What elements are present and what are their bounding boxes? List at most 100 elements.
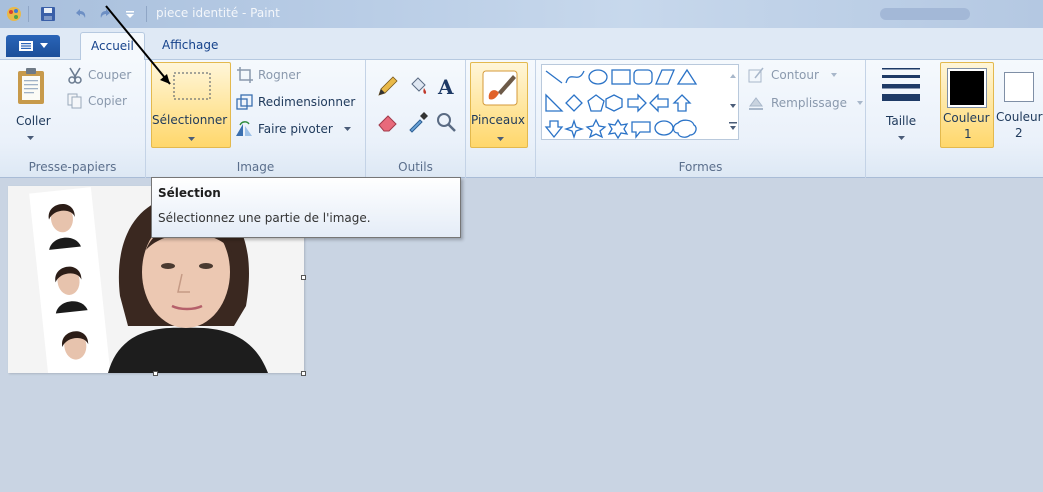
text-icon[interactable]: A [434, 74, 458, 98]
tab-affichage[interactable]: Affichage [152, 32, 228, 60]
oval-callout-shape-icon [654, 120, 674, 136]
color-2-number: 2 [1015, 126, 1023, 140]
paste-button[interactable]: Coller [10, 64, 51, 152]
select-button[interactable]: Sélectionner [151, 62, 231, 148]
right-triangle-shape-icon [545, 93, 564, 112]
ribbon: Coller Couper Copier Presse-papiers Séle… [0, 60, 1043, 178]
copy-label: Copier [88, 94, 127, 108]
gallery-down-icon [730, 104, 736, 108]
outline-button[interactable]: Contour [747, 66, 857, 86]
up-arrow-shape-icon [672, 94, 692, 112]
rotate-label: Faire pivoter [258, 122, 333, 136]
clipboard-group-label: Presse-papiers [28, 160, 117, 174]
selection-rectangle-icon [173, 72, 211, 100]
paintbrush-icon [482, 70, 518, 106]
select-label: Sélectionner [152, 113, 228, 127]
divider [146, 6, 147, 22]
resize-icon [236, 94, 253, 110]
polygon-shape-icon [655, 69, 675, 85]
image-group-label: Image [236, 160, 275, 174]
selection-tooltip: Sélection Sélectionnez une partie de l'i… [151, 177, 461, 238]
diamond-shape-icon [565, 94, 583, 112]
title-bar: piece identité - Paint [0, 0, 1043, 28]
size-group: Taille [866, 60, 936, 178]
application-menu-button[interactable] [6, 35, 60, 57]
canvas-resize-handle-bottom[interactable] [153, 371, 158, 376]
fill-bucket-icon[interactable] [406, 74, 430, 98]
divider [28, 6, 29, 22]
color-2-button[interactable]: Couleur 2 [996, 62, 1043, 148]
line-shape-icon [545, 70, 563, 84]
down-arrow-shape-icon [544, 120, 564, 139]
canvas-resize-handle-right[interactable] [301, 275, 306, 280]
rotate-icon [236, 121, 252, 136]
pencil-icon[interactable] [376, 74, 400, 98]
canvas-resize-handle-corner[interactable] [301, 371, 306, 376]
window-title: piece identité - Paint [156, 6, 280, 20]
line-size-icon [882, 68, 920, 101]
outline-pen-icon [748, 67, 764, 83]
size-button[interactable]: Taille [874, 64, 930, 150]
svg-text:A: A [437, 75, 454, 98]
cut-label: Couper [88, 68, 132, 82]
tooltip-title: Sélection [158, 186, 221, 200]
six-point-star-shape-icon [607, 118, 629, 140]
crop-icon [237, 67, 253, 83]
save-icon[interactable] [38, 4, 58, 24]
brushes-group: Pinceaux [466, 60, 536, 178]
tab-accueil[interactable]: Accueil [80, 32, 145, 61]
gallery-scroll[interactable] [726, 64, 740, 140]
undo-icon[interactable] [70, 4, 90, 24]
left-arrow-shape-icon [649, 93, 669, 113]
color-1-button[interactable]: Couleur 1 [940, 62, 994, 148]
chevron-down-icon [497, 137, 504, 141]
color-1-label: Couleur [943, 111, 990, 125]
color-2-label: Couleur [996, 110, 1043, 124]
cloud-callout-shape-icon [672, 119, 697, 138]
tooltip-body: Sélectionnez une partie de l'image. [158, 211, 371, 225]
shapes-gallery-icons [544, 68, 698, 140]
fill-button[interactable]: Remplissage [747, 94, 867, 114]
rectangle-shape-icon [611, 69, 631, 85]
gallery-up-icon [730, 74, 736, 78]
rotate-button[interactable]: Faire pivoter [234, 120, 364, 140]
crop-button[interactable]: Rogner [236, 66, 356, 86]
title-bar-blurred-text [880, 8, 970, 20]
gallery-more-icon [730, 126, 736, 130]
rounded-rectangle-shape-icon [633, 69, 653, 85]
crop-label: Rogner [258, 68, 301, 82]
clipboard-icon [18, 68, 44, 104]
chevron-down-icon [344, 127, 351, 131]
five-point-star-shape-icon [585, 118, 607, 139]
chevron-down-icon [898, 136, 905, 140]
tools-group-label: Outils [398, 160, 433, 174]
brushes-button[interactable]: Pinceaux [470, 62, 528, 148]
redo-icon[interactable] [96, 4, 116, 24]
quick-access-dropdown-icon[interactable] [120, 4, 140, 24]
rectangle-callout-shape-icon [631, 121, 651, 139]
paint-app-icon[interactable] [4, 4, 24, 24]
copy-button[interactable]: Copier [66, 92, 140, 112]
chevron-down-icon [188, 137, 195, 141]
color-1-number: 1 [964, 127, 972, 141]
eraser-icon[interactable] [376, 110, 400, 134]
size-label: Taille [886, 114, 917, 128]
resize-label: Redimensionner [258, 95, 356, 109]
color-1-swatch [947, 68, 987, 108]
menu-icon [19, 41, 33, 51]
cut-button[interactable]: Couper [66, 66, 140, 86]
scissors-icon [68, 67, 82, 84]
clipboard-group: Coller Couper Copier Presse-papiers [0, 60, 146, 178]
triangle-shape-icon [676, 68, 698, 85]
fill-icon [749, 97, 763, 110]
paste-label: Coller [16, 114, 51, 128]
ribbon-tab-row: Accueil Affichage [0, 28, 1043, 61]
chevron-down-icon [27, 136, 34, 140]
outline-label: Contour [771, 68, 819, 82]
resize-button[interactable]: Redimensionner [236, 93, 366, 113]
shapes-gallery[interactable] [541, 64, 739, 140]
color-picker-icon[interactable] [406, 110, 430, 134]
magnifier-icon[interactable] [434, 110, 458, 134]
image-group: Sélectionner Rogner Redimensionner Faire… [146, 60, 366, 178]
tools-group: A Outils [366, 60, 466, 178]
